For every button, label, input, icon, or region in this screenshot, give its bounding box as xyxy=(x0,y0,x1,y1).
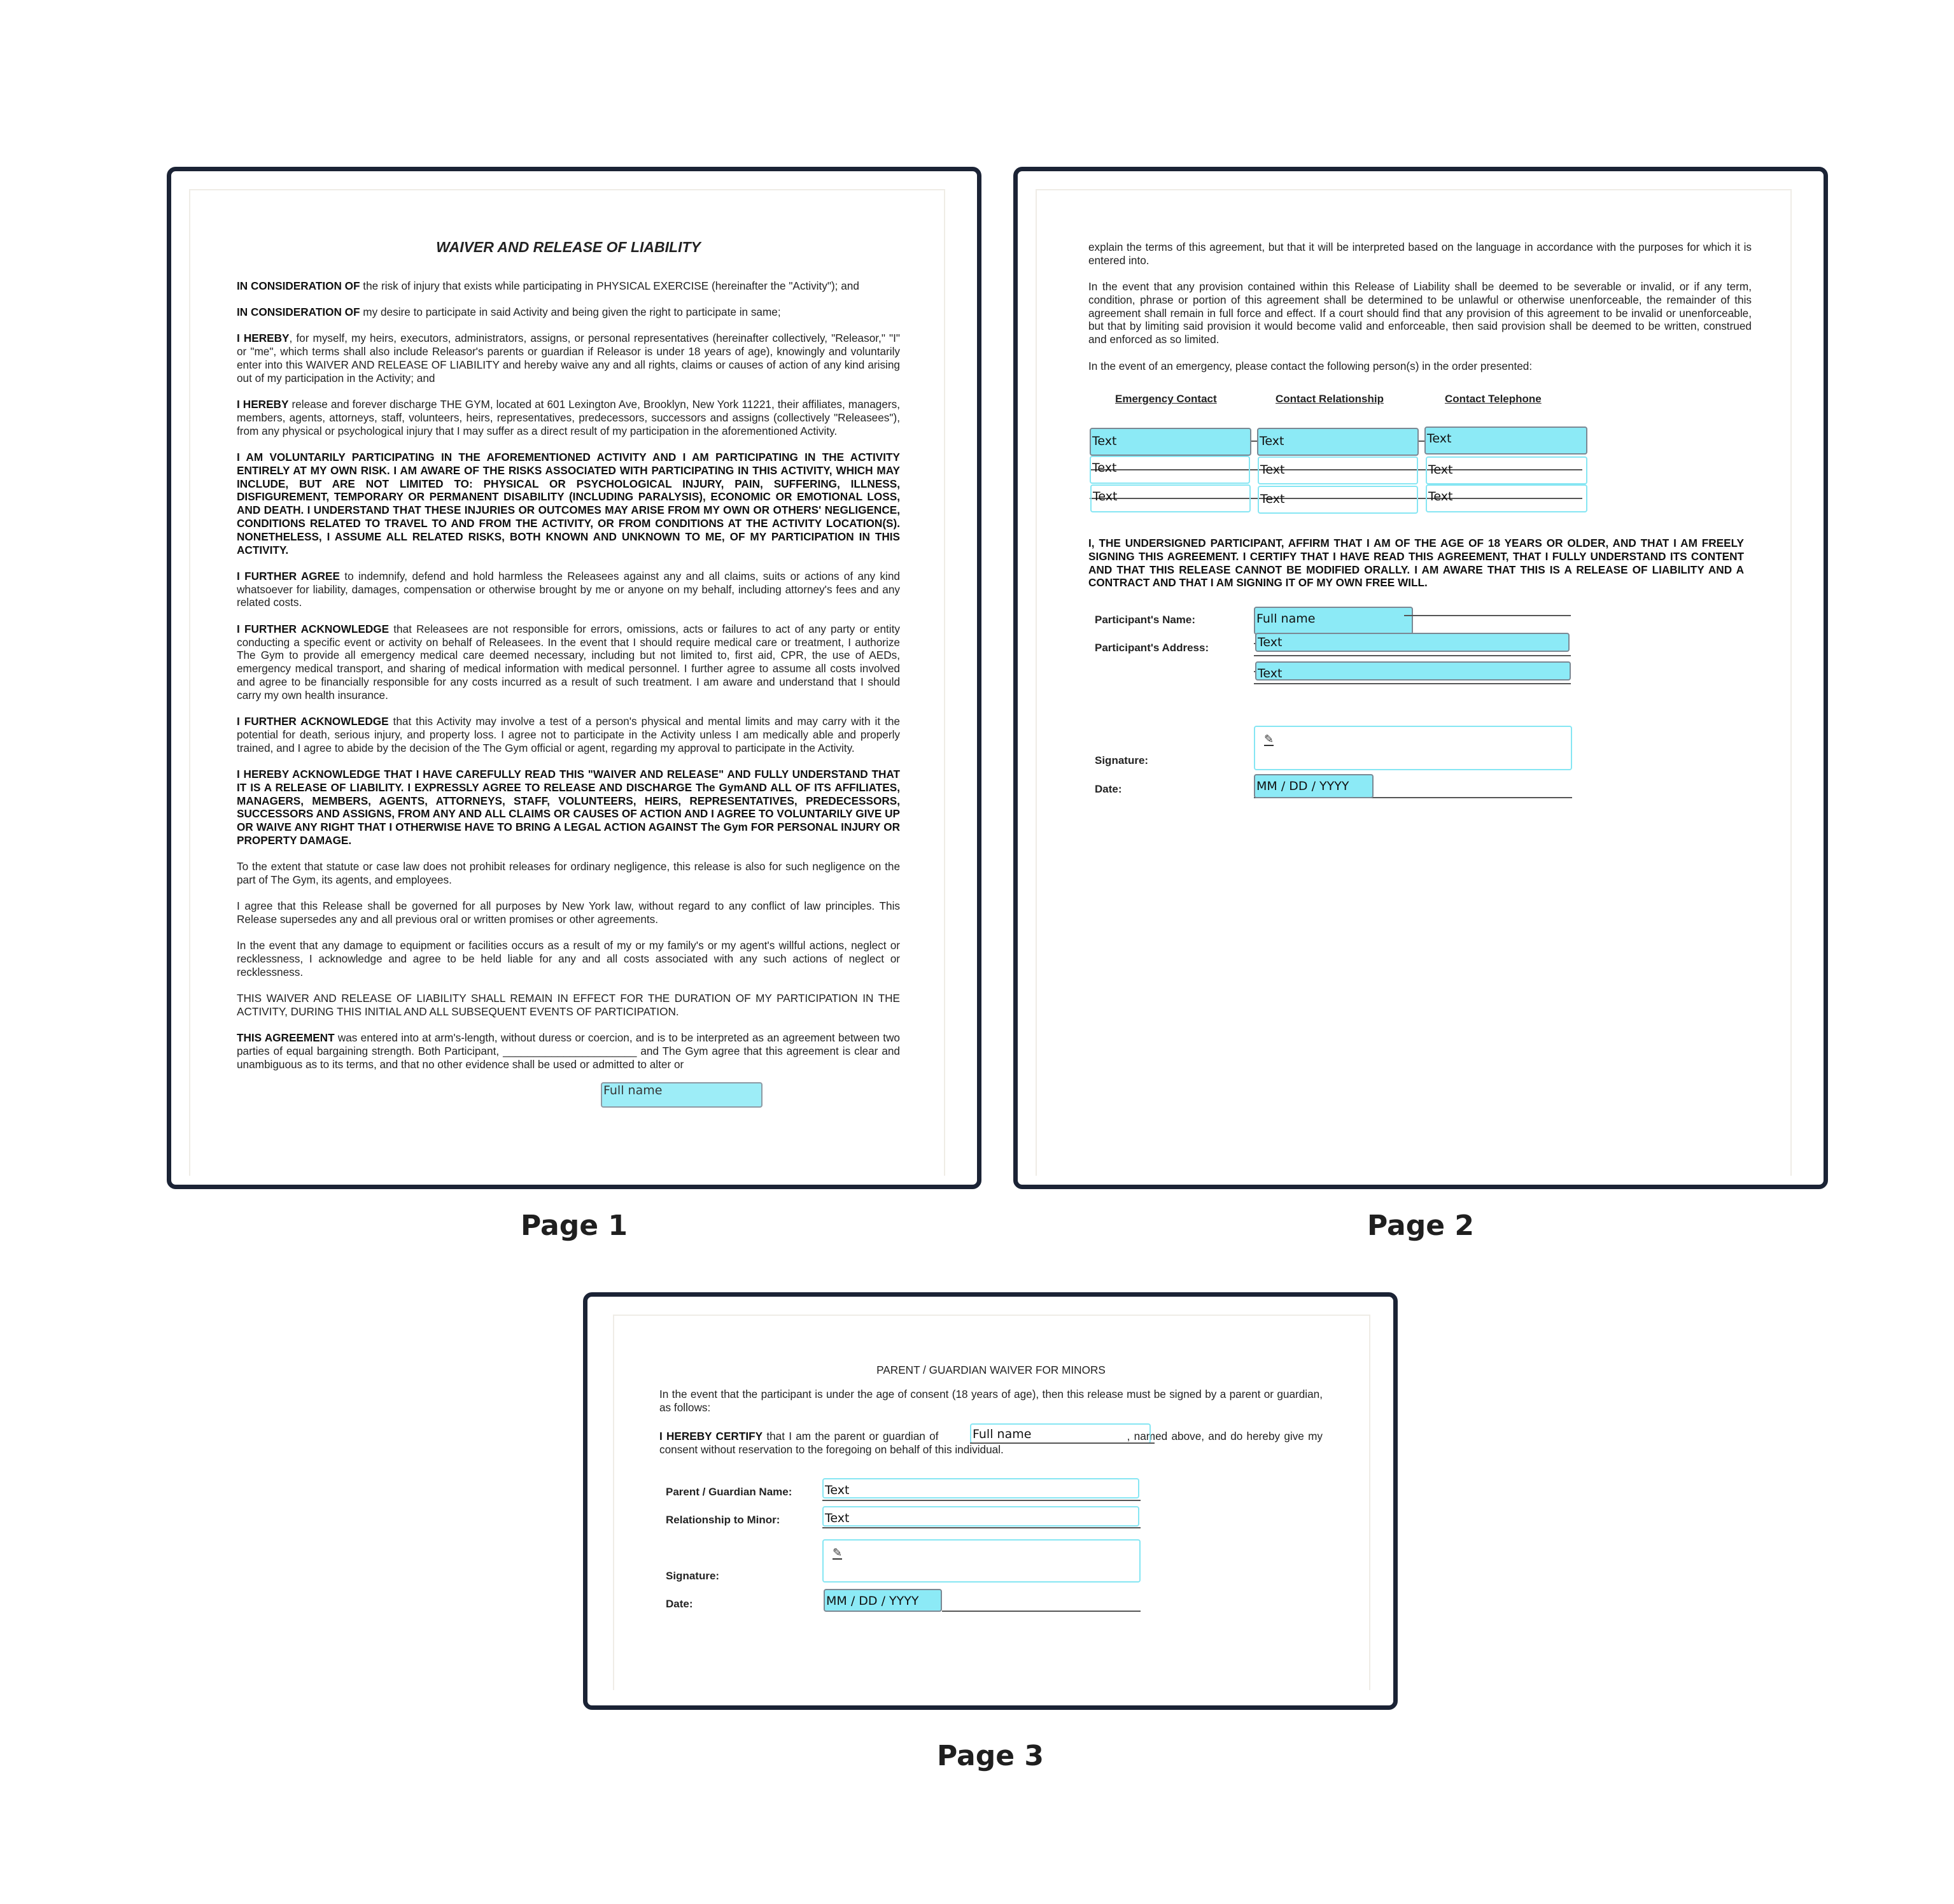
minor-name-field[interactable]: Full name xyxy=(970,1423,1151,1444)
header-contact-relationship: Contact Relationship xyxy=(1276,393,1384,405)
signature-label-page-3: Signature: xyxy=(666,1570,720,1582)
signature-label-page-2: Signature: xyxy=(1095,754,1149,766)
page-1-content: WAIVER AND RELEASE OF LIABILITY IN CONSI… xyxy=(237,239,900,1084)
guardian-date-field[interactable]: MM / DD / YYYY xyxy=(824,1589,942,1612)
waiver-paragraph: To the extent that statute or case law d… xyxy=(237,860,900,887)
participant-name-label: Participant's Name: xyxy=(1095,614,1196,626)
address-line-2-underline xyxy=(1254,683,1571,684)
participant-name-field-page-1[interactable]: Full name xyxy=(601,1082,763,1108)
contact-relationship-1-field[interactable]: Text xyxy=(1257,428,1419,456)
waiver-paragraph: I HEREBY, for myself, my heirs, executor… xyxy=(237,332,900,384)
participant-name-underline-long xyxy=(1404,615,1571,616)
participant-address-label: Participant's Address: xyxy=(1095,642,1209,654)
waiver-paragraph: I agree that this Release shall be gover… xyxy=(237,899,900,926)
paragraph-text: To the extent that statute or case law d… xyxy=(237,860,900,886)
relationship-label: Relationship to Minor: xyxy=(666,1514,780,1526)
contact-telephone-1-field[interactable]: Text xyxy=(1424,427,1587,455)
paragraph-lead: IN CONSIDERATION OF xyxy=(237,279,360,292)
paragraph-text: , for myself, my heirs, executors, admin… xyxy=(237,332,900,384)
page-1-label: Page 1 xyxy=(520,1209,628,1242)
emergency-contact-2-field[interactable]: Text xyxy=(1090,456,1250,484)
paragraph-lead: IN CONSIDERATION OF xyxy=(237,306,360,319)
waiver-paragraph: I HEREBY ACKNOWLEDGE THAT I HAVE CAREFUL… xyxy=(237,767,900,847)
paragraph-text: I agree that this Release shall be gover… xyxy=(237,899,900,926)
waiver-paragraph: In the event that any damage to equipmen… xyxy=(237,939,900,978)
contact-relationship-2-field[interactable]: Text xyxy=(1258,456,1418,484)
paragraph-lead: THIS AGREEMENT xyxy=(237,1031,335,1045)
guardian-date-underline xyxy=(942,1611,1141,1612)
participant-address-line-2-field[interactable]: Text xyxy=(1255,661,1571,681)
relationship-field[interactable]: Text xyxy=(822,1506,1139,1527)
date-label-page-3: Date: xyxy=(666,1598,693,1610)
page-3-frame xyxy=(583,1292,1398,1710)
participant-name-field[interactable]: Full name xyxy=(1254,607,1413,635)
paragraph-text: the risk of injury that exists while par… xyxy=(360,279,859,292)
pen-icon: ✎ xyxy=(1264,733,1274,746)
waiver-paragraph: I FURTHER ACKNOWLEDGE that Releasees are… xyxy=(237,623,900,702)
page-2-paragraph: In the event that any provision containe… xyxy=(1088,280,1752,346)
certify-lead: I HEREBY CERTIFY xyxy=(659,1430,763,1442)
relationship-underline xyxy=(822,1527,1141,1528)
participant-signature-field[interactable]: ✎ xyxy=(1254,726,1572,770)
guardian-name-label: Parent / Guardian Name: xyxy=(666,1486,792,1498)
page-3-intro: In the event that the participant is und… xyxy=(659,1388,1323,1414)
participant-date-field[interactable]: MM / DD / YYYY xyxy=(1254,774,1374,798)
document-title: WAIVER AND RELEASE OF LIABILITY xyxy=(436,239,701,255)
pen-icon: ✎ xyxy=(833,1546,843,1560)
waiver-paragraph: I HEREBY release and forever discharge T… xyxy=(237,398,900,437)
waiver-paragraph: THIS AGREEMENT was entered into at arm's… xyxy=(237,1031,900,1071)
page-3-label: Page 3 xyxy=(936,1740,1044,1772)
page-2-paragraph: In the event of an emergency, please con… xyxy=(1088,359,1533,372)
participant-affirmation: I, THE UNDERSIGNED PARTICIPANT, AFFIRM T… xyxy=(1088,537,1744,589)
contact-relationship-3-field[interactable]: Text xyxy=(1258,486,1418,514)
guardian-name-field[interactable]: Text xyxy=(822,1478,1139,1499)
emergency-contact-3-field[interactable]: Text xyxy=(1090,484,1251,512)
waiver-paragraph: IN CONSIDERATION OF the risk of injury t… xyxy=(237,279,900,293)
page-2-paragraph: explain the terms of this agreement, but… xyxy=(1088,241,1752,267)
header-contact-telephone: Contact Telephone xyxy=(1445,393,1542,405)
address-line-1-underline xyxy=(1254,655,1571,656)
waiver-paragraph: I AM VOLUNTARILY PARTICIPATING IN THE AF… xyxy=(237,450,900,556)
contact-telephone-3-field[interactable]: Text xyxy=(1426,484,1587,512)
participant-date-underline-long xyxy=(1374,797,1572,798)
paragraph-text: was entered into at arm's-length, withou… xyxy=(237,1031,900,1071)
paragraph-text: In the event that any damage to equipmen… xyxy=(237,939,900,978)
guardian-name-underline xyxy=(822,1500,1141,1501)
certify-before: that I am the parent or guardian of xyxy=(763,1430,943,1442)
paragraph-lead: I HEREBY xyxy=(237,332,290,345)
waiver-paragraph: I FURTHER AGREE to indemnify, defend and… xyxy=(237,570,900,609)
page-2-content: explain the terms of this agreement, but… xyxy=(1088,241,1752,386)
waiver-paragraph: I FURTHER ACKNOWLEDGE that this Activity… xyxy=(237,715,900,754)
paragraph-text: release and forever discharge THE GYM, l… xyxy=(237,398,900,437)
waiver-paragraph: IN CONSIDERATION OF my desire to partici… xyxy=(237,306,900,319)
paragraph-text: THIS WAIVER AND RELEASE OF LIABILITY SHA… xyxy=(237,992,900,1019)
paragraph-lead: I FURTHER AGREE xyxy=(237,569,340,582)
header-emergency-contact: Emergency Contact xyxy=(1115,393,1217,405)
participant-address-line-1-field[interactable]: Text xyxy=(1255,633,1570,652)
paragraph-lead: I FURTHER ACKNOWLEDGE xyxy=(237,715,389,728)
paragraph-lead: I FURTHER ACKNOWLEDGE xyxy=(237,622,390,635)
waiver-paragraph: THIS WAIVER AND RELEASE OF LIABILITY SHA… xyxy=(237,992,900,1019)
date-label-page-2: Date: xyxy=(1095,783,1122,795)
minor-name-underline xyxy=(970,1442,1155,1444)
emergency-contact-1-field[interactable]: Text xyxy=(1090,428,1251,456)
page-2-label: Page 2 xyxy=(1367,1209,1475,1242)
page-3-title: PARENT / GUARDIAN WAIVER FOR MINORS xyxy=(876,1364,1106,1376)
guardian-signature-field[interactable]: ✎ xyxy=(822,1539,1141,1583)
paragraph-lead: I HEREBY xyxy=(237,398,289,411)
paragraph-text: my desire to participate in said Activit… xyxy=(360,306,781,319)
contact-telephone-2-field[interactable]: Text xyxy=(1426,456,1587,484)
